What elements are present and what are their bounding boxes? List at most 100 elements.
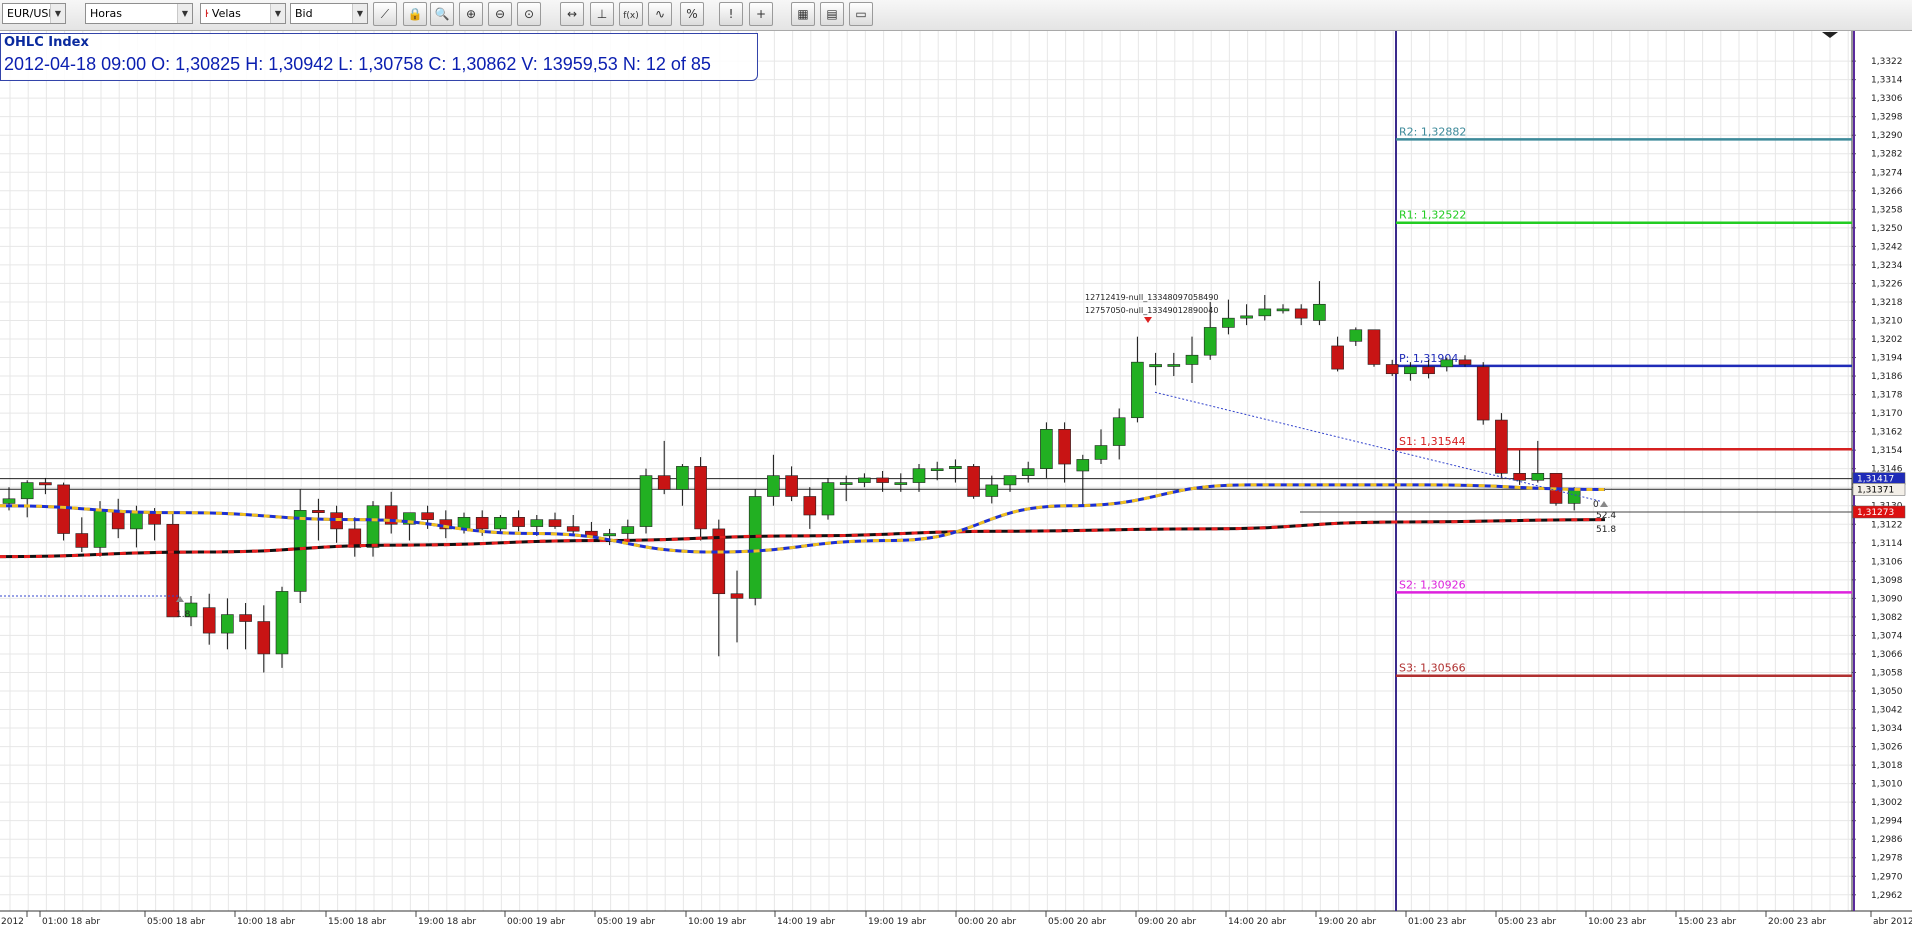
bull-candle[interactable] xyxy=(1258,308,1272,317)
price-side-select[interactable]: Bid ▼ xyxy=(290,3,368,24)
bull-candle[interactable] xyxy=(1203,327,1217,356)
bull-candle[interactable] xyxy=(1313,303,1326,321)
bull-candle[interactable] xyxy=(821,482,835,516)
chevron-down-icon[interactable]: ▼ xyxy=(50,4,65,23)
bear-candle[interactable] xyxy=(257,621,271,655)
template-button[interactable]: ▤ xyxy=(820,2,844,26)
bull-candle[interactable] xyxy=(1404,366,1417,375)
bull-candle[interactable] xyxy=(603,533,616,537)
bull-candle[interactable] xyxy=(1094,445,1108,460)
zoom-button[interactable]: 🔍 xyxy=(430,2,454,26)
bull-candle[interactable] xyxy=(949,466,962,469)
print-button[interactable]: ▭ xyxy=(849,2,873,26)
bear-candle[interactable] xyxy=(657,475,671,490)
bear-candle[interactable] xyxy=(1331,345,1344,370)
bear-candle[interactable] xyxy=(75,533,89,548)
bear-candle[interactable] xyxy=(421,512,434,520)
bull-candle[interactable] xyxy=(221,614,234,634)
bull-candle[interactable] xyxy=(639,475,653,527)
bull-candle[interactable] xyxy=(894,482,908,485)
bear-candle[interactable] xyxy=(1367,329,1381,365)
bull-candle[interactable] xyxy=(930,468,944,471)
bear-candle[interactable] xyxy=(475,517,489,530)
table-button[interactable]: ▦ xyxy=(791,2,815,26)
shift-vertical-button[interactable]: ⊥ xyxy=(590,2,614,26)
alert-button[interactable]: ! xyxy=(719,2,743,26)
bull-candle[interactable] xyxy=(839,482,853,485)
bear-candle[interactable] xyxy=(566,526,580,532)
price-chart[interactable]: 1,3322 1,3314 1,3306 1,3298 1,3290 1,3282 1,32… xyxy=(0,31,1912,930)
bear-candle[interactable] xyxy=(1422,366,1435,375)
bear-candle[interactable] xyxy=(312,510,325,513)
bear-candle[interactable] xyxy=(148,512,161,525)
bear-candle[interactable] xyxy=(1458,359,1472,365)
bull-candle[interactable] xyxy=(1040,429,1053,469)
bull-candle[interactable] xyxy=(1440,359,1454,368)
bear-candle[interactable] xyxy=(166,523,180,618)
analysis-button[interactable]: ∿ xyxy=(648,2,672,26)
bull-candle[interactable] xyxy=(1003,475,1017,486)
bull-candle[interactable] xyxy=(1276,308,1290,312)
bull-candle[interactable] xyxy=(1076,459,1090,472)
bull-candle[interactable] xyxy=(1222,317,1235,328)
bull-candle[interactable] xyxy=(293,510,307,592)
bull-candle[interactable] xyxy=(130,512,143,530)
bear-candle[interactable] xyxy=(967,466,980,497)
bear-candle[interactable] xyxy=(1476,366,1490,421)
bull-candle[interactable] xyxy=(1349,329,1363,342)
bull-candle[interactable] xyxy=(494,517,507,530)
lock-button[interactable]: 🔒 xyxy=(403,2,427,26)
bull-candle[interactable] xyxy=(1531,473,1545,481)
bear-candle[interactable] xyxy=(694,466,707,530)
period-select[interactable]: Horas ▼ xyxy=(85,3,193,24)
bear-candle[interactable] xyxy=(39,482,52,486)
line-draw-button[interactable]: ⟋ xyxy=(373,2,397,26)
bull-candle[interactable] xyxy=(912,468,926,483)
bear-candle[interactable] xyxy=(1513,473,1526,481)
bear-candle[interactable] xyxy=(111,510,125,530)
bull-candle[interactable] xyxy=(1131,361,1144,419)
zoom-out-button[interactable]: ⊖ xyxy=(488,2,512,26)
bull-candle[interactable] xyxy=(2,498,16,504)
crosshair-button[interactable]: + xyxy=(749,2,773,26)
zoom-in-button[interactable]: ⊕ xyxy=(459,2,483,26)
bear-candle[interactable] xyxy=(785,475,798,497)
bull-candle[interactable] xyxy=(1112,417,1126,446)
bull-candle[interactable] xyxy=(366,505,380,548)
bear-candle[interactable] xyxy=(239,614,252,622)
bear-candle[interactable] xyxy=(876,477,889,483)
bull-candle[interactable] xyxy=(93,510,107,548)
bear-candle[interactable] xyxy=(1058,429,1071,465)
bear-candle[interactable] xyxy=(1294,308,1308,319)
symbol-select[interactable]: EUR/USD ▼ xyxy=(2,3,66,24)
bull-candle[interactable] xyxy=(275,591,289,655)
indicators-button[interactable]: f(x) xyxy=(619,2,643,26)
bull-candle[interactable] xyxy=(985,484,999,497)
bear-candle[interactable] xyxy=(730,593,744,599)
bull-candle[interactable] xyxy=(530,519,544,527)
bull-candle[interactable] xyxy=(20,482,34,500)
bear-candle[interactable] xyxy=(1495,419,1508,474)
bull-candle[interactable] xyxy=(1167,364,1181,367)
bear-candle[interactable] xyxy=(803,496,817,516)
bear-candle[interactable] xyxy=(1385,364,1399,375)
bull-candle[interactable] xyxy=(748,496,762,599)
fibonacci-button[interactable]: % xyxy=(680,2,704,26)
bull-candle[interactable] xyxy=(676,466,689,490)
chevron-down-icon[interactable]: ▼ xyxy=(177,4,192,23)
bull-candle[interactable] xyxy=(621,526,635,534)
chevron-down-icon[interactable]: ▼ xyxy=(352,4,367,23)
zoom-reset-button[interactable]: ⊙ xyxy=(517,2,541,26)
bear-candle[interactable] xyxy=(202,607,216,634)
chevron-down-icon[interactable]: ▼ xyxy=(270,4,285,23)
bull-candle[interactable] xyxy=(858,477,871,483)
bear-candle[interactable] xyxy=(548,519,562,527)
bull-candle[interactable] xyxy=(1240,315,1253,319)
bull-candle[interactable] xyxy=(1185,354,1199,365)
chart-type-select[interactable]: ŀ Velas ▼ xyxy=(200,3,286,24)
bear-candle[interactable] xyxy=(512,517,525,527)
bull-candle[interactable] xyxy=(767,475,780,497)
bull-candle[interactable] xyxy=(1149,364,1162,368)
bull-candle[interactable] xyxy=(1021,468,1035,476)
shift-horizontal-button[interactable]: ↔ xyxy=(560,2,584,26)
